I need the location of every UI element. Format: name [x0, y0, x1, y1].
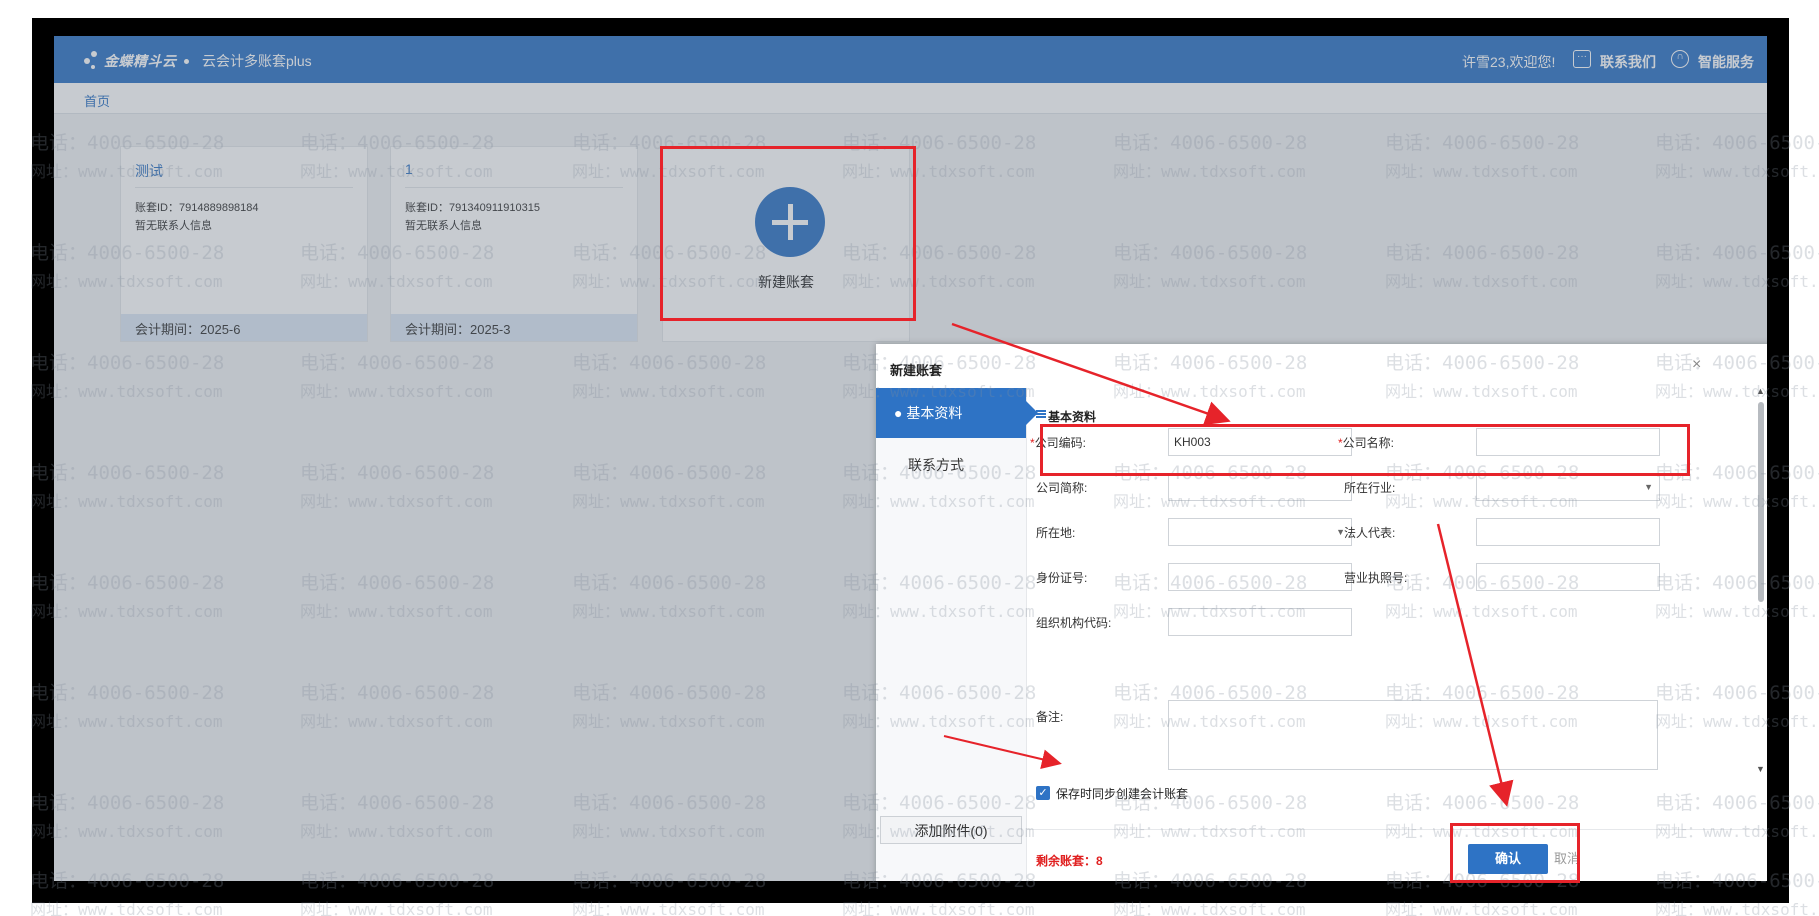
org-code-input[interactable]: [1168, 608, 1352, 636]
location-label: 所在地:: [1036, 526, 1076, 540]
short-name-input[interactable]: [1168, 473, 1352, 501]
dialog-footer: 剩余账套：8 确认 取消: [1026, 829, 1767, 881]
industry-label: 所在行业:: [1344, 481, 1396, 495]
legal-rep-input[interactable]: [1476, 518, 1660, 546]
id-card-input[interactable]: [1168, 563, 1352, 591]
remaining-account-sets: 剩余账套：8: [1036, 854, 1103, 868]
org-code-label: 组织机构代码:: [1036, 616, 1112, 630]
add-attachment-button[interactable]: 添加附件(0): [880, 816, 1022, 844]
sync-create-label[interactable]: 保存时同步创建会计账套: [1056, 785, 1188, 802]
annotation-box-required-fields: [1040, 424, 1690, 476]
scrollbar-thumb[interactable]: [1758, 402, 1764, 602]
remark-textarea[interactable]: [1168, 700, 1658, 770]
dialog-scrollbar[interactable]: ▲ ▼: [1756, 386, 1766, 774]
dialog-sidebar: ● 基本资料 联系方式 添加附件(0): [876, 388, 1038, 881]
sync-create-checkbox[interactable]: ✓: [1036, 786, 1050, 800]
sidebar-item-basic-info[interactable]: ● 基本资料: [876, 388, 1038, 438]
remark-label: 备注:: [1036, 710, 1064, 724]
license-label: 营业执照号:: [1344, 571, 1408, 585]
short-name-label: 公司简称:: [1036, 481, 1088, 495]
id-card-label: 身份证号:: [1036, 571, 1088, 585]
annotation-box-confirm: [1450, 823, 1580, 883]
section-title: 基本资料: [1048, 410, 1097, 424]
dialog-title: 新建账套: [890, 363, 943, 378]
industry-select[interactable]: ▼: [1476, 473, 1660, 501]
legal-rep-label: 法人代表:: [1344, 526, 1396, 540]
scroll-down-icon[interactable]: ▼: [1756, 764, 1765, 774]
sidebar-item-contact[interactable]: 联系方式: [908, 455, 964, 475]
scroll-up-icon[interactable]: ▲: [1756, 386, 1765, 396]
license-input[interactable]: [1476, 563, 1660, 591]
annotation-box-new-card: [660, 146, 916, 321]
list-icon: [1036, 410, 1046, 419]
location-select[interactable]: ▼: [1168, 518, 1352, 546]
chevron-down-icon: ▼: [1644, 482, 1653, 492]
close-icon[interactable]: ×: [1692, 356, 1701, 374]
